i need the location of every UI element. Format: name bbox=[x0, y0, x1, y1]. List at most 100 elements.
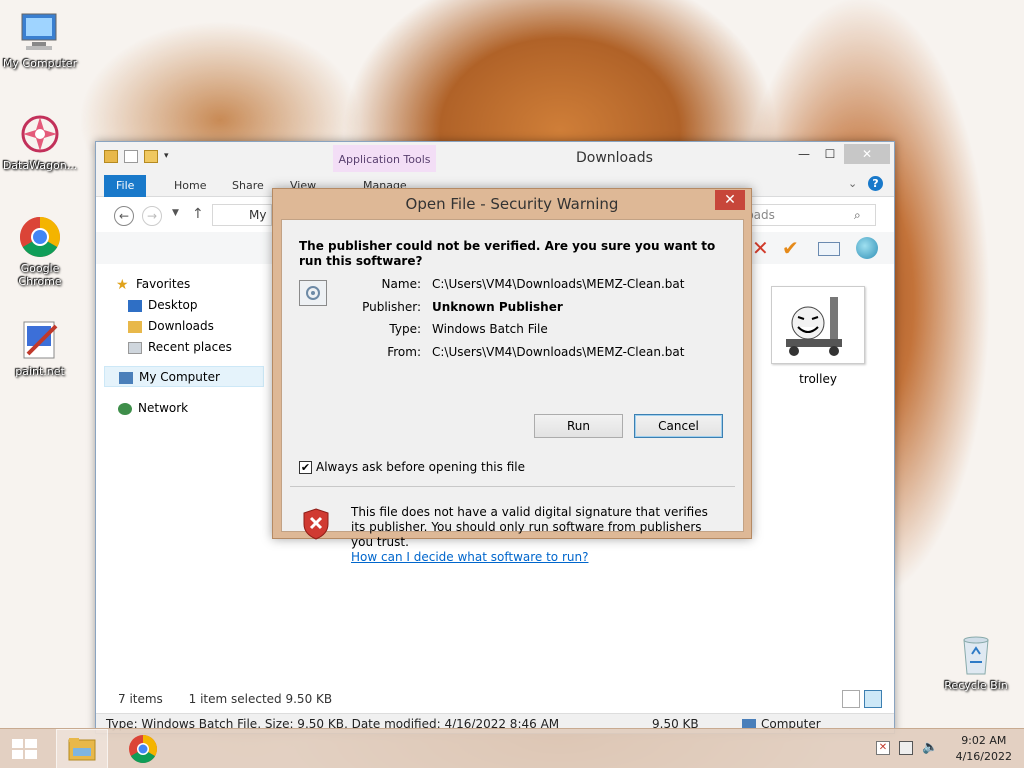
shield-error-icon bbox=[302, 508, 330, 543]
tab-share[interactable]: Share bbox=[220, 175, 276, 197]
nav-recent-places[interactable]: Recent places bbox=[104, 337, 264, 358]
start-button[interactable] bbox=[0, 729, 50, 768]
paint-net-icon bbox=[18, 318, 62, 362]
nav-label: Recent places bbox=[148, 340, 232, 354]
from-value: C:\Users\VM4\Downloads\MEMZ-Clean.bat bbox=[432, 345, 685, 359]
large-icons-view-icon[interactable] bbox=[864, 690, 882, 708]
nav-my-computer[interactable]: My Computer bbox=[104, 366, 264, 387]
desktop-icon-label: Recycle Bin bbox=[944, 679, 1008, 692]
network-icon bbox=[118, 402, 132, 415]
maximize-button[interactable]: ☐ bbox=[818, 144, 842, 164]
from-row: From: C:\Users\VM4\Downloads\MEMZ-Clean.… bbox=[299, 342, 719, 362]
nav-downloads[interactable]: Downloads bbox=[104, 316, 264, 337]
clock-date: 4/16/2022 bbox=[955, 750, 1012, 763]
type-label: Type: bbox=[389, 322, 421, 336]
desktop-icon-chrome[interactable]: Google Chrome bbox=[0, 215, 80, 288]
address-input[interactable]: My bbox=[212, 204, 272, 226]
publisher-value: Unknown Publisher bbox=[432, 300, 563, 314]
details-view-icon[interactable] bbox=[842, 690, 860, 708]
nav-network[interactable]: Network bbox=[104, 398, 264, 419]
delete-icon[interactable]: ✕ bbox=[752, 236, 769, 260]
chrome-taskbar-icon bbox=[129, 735, 157, 763]
warning-text-block: This file does not have a valid digital … bbox=[351, 505, 721, 565]
from-label: From: bbox=[387, 345, 421, 359]
view-switcher bbox=[842, 690, 882, 708]
run-button[interactable]: Run bbox=[534, 414, 623, 438]
help-icon[interactable]: ? bbox=[868, 176, 883, 191]
recent-locations-icon[interactable]: ▼ bbox=[172, 208, 179, 218]
forward-button[interactable]: → bbox=[142, 206, 162, 226]
datawagon-icon bbox=[18, 112, 62, 156]
checkmark-icon[interactable]: ✔ bbox=[782, 236, 799, 260]
dialog-heading: The publisher could not be verified. Are… bbox=[299, 239, 716, 268]
close-button[interactable]: ✕ bbox=[844, 144, 890, 164]
nav-label: Desktop bbox=[148, 298, 198, 312]
dialog-title: Open File - Security Warning bbox=[405, 195, 619, 213]
taskbar: ✕ 🔈 9:02 AM 4/16/2022 bbox=[0, 728, 1024, 768]
warning-area: This file does not have a valid digital … bbox=[282, 487, 743, 564]
always-ask-checkbox[interactable]: ✔ Always ask before opening this file bbox=[299, 460, 525, 474]
nav-label: My Computer bbox=[139, 370, 220, 384]
desktop-icon-my-computer[interactable]: My Computer bbox=[0, 10, 80, 70]
clock-time: 9:02 AM bbox=[961, 734, 1007, 747]
minimize-button[interactable]: — bbox=[792, 144, 816, 164]
window-title: Downloads bbox=[576, 150, 653, 166]
nav-desktop[interactable]: Desktop bbox=[104, 295, 264, 316]
publisher-label: Publisher: bbox=[362, 300, 421, 314]
name-label: Name: bbox=[381, 277, 421, 291]
nav-favorites[interactable]: ★ Favorites bbox=[104, 274, 264, 295]
nav-label: Network bbox=[138, 401, 189, 415]
desktop-icon-paint-net[interactable]: paint.net bbox=[0, 318, 80, 378]
ribbon-expand-icon[interactable]: ⌄ bbox=[848, 177, 857, 190]
recycle-bin-icon bbox=[954, 632, 998, 676]
file-explorer-icon bbox=[68, 738, 96, 761]
security-warning-dialog: Open File - Security Warning ✕ The publi… bbox=[272, 188, 752, 564]
globe-icon[interactable] bbox=[856, 237, 878, 259]
nav-label: Downloads bbox=[148, 319, 214, 333]
desktop-icon-label: paint.net bbox=[15, 365, 65, 378]
properties-icon[interactable] bbox=[124, 150, 138, 163]
name-value: C:\Users\VM4\Downloads\MEMZ-Clean.bat bbox=[432, 277, 685, 291]
tab-file[interactable]: File bbox=[104, 175, 147, 197]
item-count: 7 items bbox=[118, 692, 163, 706]
desktop-icon-label: My Computer bbox=[2, 57, 78, 70]
dialog-body: The publisher could not be verified. Are… bbox=[281, 219, 744, 564]
warning-message: This file does not have a valid digital … bbox=[351, 505, 708, 549]
trolley-thumbnail bbox=[771, 286, 865, 364]
desktop-icon-datawagon[interactable]: DataWagon... bbox=[0, 112, 80, 172]
folder-icon[interactable] bbox=[104, 150, 118, 163]
cancel-button[interactable]: Cancel bbox=[634, 414, 723, 438]
volume-muted-icon[interactable]: 🔈 bbox=[922, 740, 938, 755]
status-bar: 7 items 1 item selected 9.50 KB bbox=[118, 692, 332, 706]
type-row: Type: Windows Batch File bbox=[299, 319, 719, 339]
file-name-row: Name: C:\Users\VM4\Downloads\MEMZ-Clean.… bbox=[299, 274, 719, 294]
taskbar-file-explorer[interactable] bbox=[56, 729, 108, 768]
navigation-pane: ★ Favorites Desktop Downloads Recent plac… bbox=[104, 272, 264, 419]
up-button[interactable]: ↑ bbox=[192, 206, 204, 222]
network-tray-icon[interactable] bbox=[899, 741, 913, 755]
my-computer-icon bbox=[18, 10, 62, 54]
tab-home[interactable]: Home bbox=[162, 175, 218, 197]
application-tools-label: Application Tools bbox=[333, 145, 436, 172]
search-icon[interactable]: ⌕ bbox=[854, 208, 861, 223]
computer-icon bbox=[119, 371, 133, 384]
back-button[interactable]: ← bbox=[114, 206, 134, 226]
desktop-icon-recycle-bin[interactable]: Recycle Bin bbox=[936, 632, 1016, 692]
taskbar-chrome[interactable] bbox=[118, 729, 168, 768]
desktop-icon bbox=[128, 299, 142, 312]
publisher-row: Publisher: Unknown Publisher bbox=[299, 297, 719, 317]
clock[interactable]: 9:02 AM 4/16/2022 bbox=[956, 733, 1012, 765]
file-name: trolley bbox=[799, 372, 837, 386]
checkbox-check-icon[interactable]: ✔ bbox=[299, 460, 312, 474]
rename-icon[interactable] bbox=[818, 242, 840, 256]
new-folder-icon[interactable] bbox=[144, 150, 158, 163]
dialog-close-button[interactable]: ✕ bbox=[715, 190, 745, 210]
explorer-titlebar[interactable]: ▾ Application Tools Downloads — ☐ ✕ bbox=[96, 142, 894, 172]
help-link[interactable]: How can I decide what software to run? bbox=[351, 550, 721, 565]
file-item-trolley[interactable]: trolley bbox=[766, 286, 870, 386]
quick-access-toolbar: ▾ bbox=[104, 150, 172, 163]
checkbox-label: Always ask before opening this file bbox=[316, 460, 525, 474]
action-center-icon[interactable]: ✕ bbox=[876, 741, 890, 755]
chevron-down-icon[interactable]: ▾ bbox=[164, 150, 172, 163]
chrome-icon bbox=[18, 215, 62, 259]
